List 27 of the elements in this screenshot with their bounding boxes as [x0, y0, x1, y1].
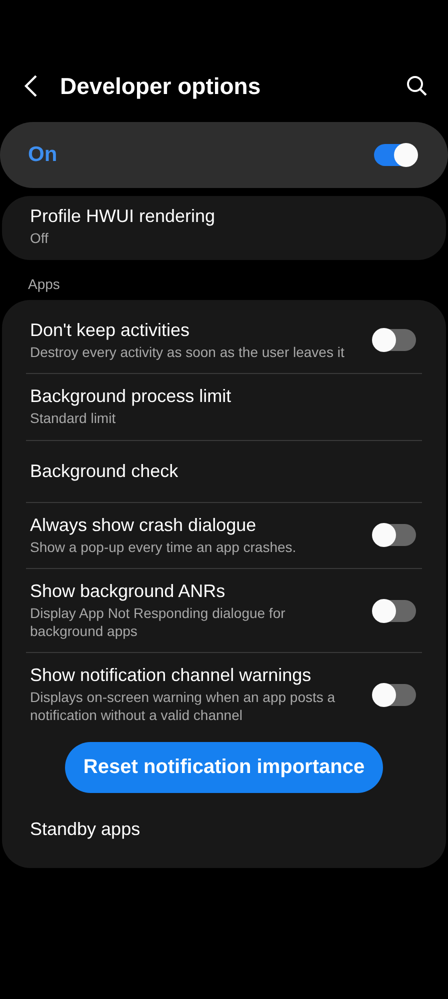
setting-summary: Display App Not Responding dialogue for background apps — [30, 605, 286, 640]
page-title: Developer options — [60, 72, 262, 100]
setting-title[interactable]: Background check — [30, 460, 404, 482]
back-icon — [24, 74, 38, 98]
setting-title[interactable]: Background process limit — [30, 386, 402, 407]
setting-title[interactable]: Standby apps — [30, 819, 404, 840]
setting-card[interactable]: Profile HWUI rendering Off — [2, 196, 446, 260]
setting-title: Don't keep activities — [30, 320, 191, 340]
setting-value: Standard limit — [30, 410, 117, 428]
toggle-switch[interactable] — [374, 144, 416, 166]
setting-title: Show background ANRs — [30, 581, 226, 602]
toggle-switch[interactable] — [374, 684, 416, 706]
reset-button[interactable]: Reset notification importance — [65, 742, 383, 793]
setting-summary: Show a pop-up every time an app crashes. — [30, 538, 298, 556]
setting-title: Profile HWUI rendering — [30, 206, 216, 227]
section-header: Apps — [27, 274, 61, 294]
setting-summary: Displays on-screen warning when an app posts a notification without a valid channel — [30, 689, 336, 724]
search-icon — [406, 75, 428, 97]
master-switch-label: On — [28, 143, 58, 167]
setting-summary: Destroy every activity as soon as the user leaves it — [30, 344, 346, 361]
master-switch-card[interactable]: On — [0, 122, 448, 188]
setting-value: Off — [30, 230, 50, 248]
toggle-switch[interactable] — [374, 329, 416, 352]
toggle-switch[interactable] — [374, 600, 416, 622]
setting-title: Always show crash dialogue — [30, 514, 258, 536]
setting-title: Show notification channel warnings — [30, 665, 312, 686]
toggle-switch[interactable] — [374, 524, 416, 546]
